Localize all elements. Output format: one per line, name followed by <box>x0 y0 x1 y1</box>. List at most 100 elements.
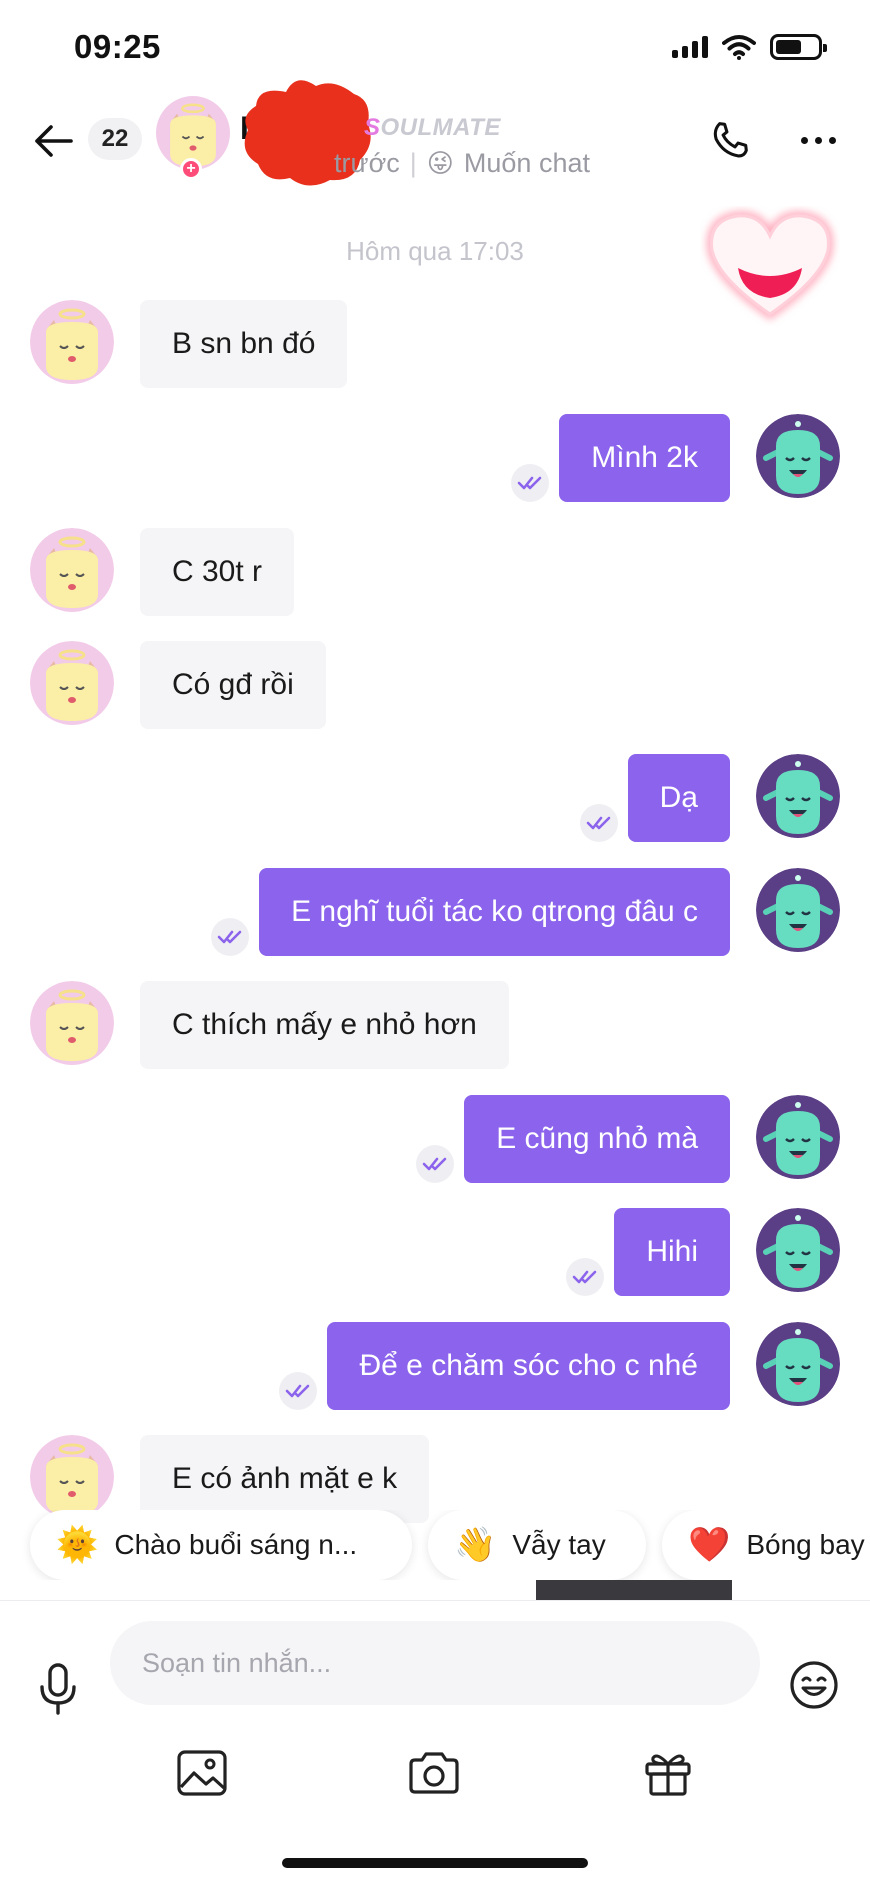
message-bubble[interactable]: Có gđ rồi <box>140 641 326 729</box>
alien-avatar-icon <box>756 754 840 838</box>
alien-avatar-icon <box>756 414 840 498</box>
camera-icon <box>409 1752 459 1794</box>
chat-header: 22 + L SOULMATE trước | 😜 Muốn chat <box>0 80 870 216</box>
quick-reply-balloon[interactable]: ❤️ Bóng bay <box>662 1510 870 1580</box>
read-receipt <box>416 1145 454 1183</box>
read-receipt-icon <box>285 1384 310 1398</box>
outgoing-message-row: Hihi <box>0 1208 870 1298</box>
quick-replies: 🌞 Chào buổi sáng n... 👋 Vẫy tay ❤️ Bóng … <box>0 1510 870 1580</box>
my-avatar[interactable] <box>756 1095 840 1179</box>
angel-avatar-icon <box>30 528 114 612</box>
message-bubble[interactable]: C thích mấy e nhỏ hơn <box>140 981 509 1069</box>
angel-avatar-icon <box>30 641 114 725</box>
incoming-message-row: B sn bn đó <box>0 300 870 390</box>
more-options-button[interactable] <box>790 112 846 168</box>
status-bar: 09:25 <box>0 0 870 96</box>
quick-reply-label: Chào buổi sáng n... <box>114 1529 358 1560</box>
last-active-text: trước <box>334 148 400 178</box>
alien-avatar-icon <box>756 1322 840 1406</box>
message-bubble[interactable]: E cũng nhỏ mà <box>464 1095 730 1183</box>
outgoing-message-row: Dạ <box>0 754 870 844</box>
message-bubble[interactable]: Hihi <box>614 1208 730 1296</box>
soulmate-tag: SOULMATE <box>364 114 501 141</box>
mood-text: Muốn chat <box>463 148 590 178</box>
read-receipt-icon <box>422 1157 447 1171</box>
photo-message-peek[interactable] <box>536 1580 732 1602</box>
gift-button[interactable] <box>638 1743 698 1803</box>
call-button[interactable] <box>702 112 758 168</box>
my-avatar[interactable] <box>756 868 840 952</box>
contact-avatar[interactable] <box>30 1435 114 1519</box>
message-bubble[interactable]: Dạ <box>627 754 730 842</box>
voice-message-button[interactable] <box>34 1659 82 1719</box>
read-receipt-icon <box>586 816 611 830</box>
camera-button[interactable] <box>404 1743 464 1803</box>
message-bubble[interactable]: B sn bn đó <box>140 300 348 388</box>
wifi-icon <box>722 35 756 60</box>
plus-icon: + <box>186 160 196 177</box>
angel-avatar-icon <box>30 300 114 384</box>
outgoing-message-row: E cũng nhỏ mà <box>0 1095 870 1185</box>
read-receipt-icon <box>572 1270 597 1284</box>
wave-emoji-icon: 👋 <box>454 1526 497 1564</box>
contact-avatar[interactable] <box>30 641 114 725</box>
composer <box>0 1600 870 1884</box>
incoming-message-row: C 30t r <box>0 528 870 618</box>
incoming-message-row: Có gđ rồi <box>0 641 870 731</box>
outgoing-message-row: Mình 2k <box>0 414 870 504</box>
incoming-message-row: C thích mấy e nhỏ hơn <box>0 981 870 1071</box>
my-avatar[interactable] <box>756 1322 840 1406</box>
arrow-left-icon <box>35 125 73 157</box>
add-friend-button[interactable]: + <box>180 158 202 180</box>
mood-emoji-icon: 😜 <box>426 148 454 178</box>
battery-icon <box>770 34 827 60</box>
emoji-button[interactable] <box>786 1657 842 1713</box>
smile-icon <box>790 1661 838 1709</box>
status-separator: | <box>409 148 417 178</box>
contact-avatar[interactable] <box>30 981 114 1065</box>
read-receipt <box>211 918 249 956</box>
status-time: 09:25 <box>74 28 161 65</box>
read-receipt <box>511 464 549 502</box>
read-receipt <box>580 804 618 842</box>
outgoing-message-row: Để e chăm sóc cho c nhé <box>0 1322 870 1412</box>
read-receipt-icon <box>517 476 542 490</box>
time-divider: Hôm qua 17:03 <box>346 236 524 266</box>
message-input[interactable] <box>110 1621 760 1705</box>
alien-avatar-icon <box>756 1095 840 1179</box>
message-bubble[interactable]: Mình 2k <box>559 414 730 502</box>
gift-icon <box>645 1754 691 1796</box>
contact-avatar[interactable] <box>30 300 114 384</box>
home-indicator[interactable] <box>282 1858 588 1868</box>
gallery-button[interactable] <box>172 1743 232 1803</box>
angel-avatar-icon <box>30 1435 114 1519</box>
image-icon <box>177 1750 227 1796</box>
back-button[interactable] <box>28 116 78 166</box>
read-receipt-icon <box>217 930 242 944</box>
my-avatar[interactable] <box>756 414 840 498</box>
unread-count-badge[interactable]: 22 <box>88 118 142 160</box>
contact-status: trước | 😜 Muốn chat <box>334 148 590 179</box>
quick-reply-label: Bóng bay <box>746 1529 865 1560</box>
message-bubble[interactable]: Để e chăm sóc cho c nhé <box>327 1322 730 1410</box>
alien-avatar-icon <box>756 868 840 952</box>
read-receipt <box>279 1372 317 1410</box>
angel-avatar-icon <box>30 981 114 1065</box>
my-avatar[interactable] <box>756 1208 840 1292</box>
phone-icon <box>713 122 748 158</box>
alien-avatar-icon <box>756 1208 840 1292</box>
heart-emoji-icon: ❤️ <box>688 1526 731 1564</box>
read-receipt <box>566 1258 604 1296</box>
status-icons <box>672 34 827 60</box>
quick-reply-label: Vẫy tay <box>512 1529 606 1560</box>
cellular-signal-icon <box>672 36 708 58</box>
microphone-icon <box>40 1663 76 1715</box>
message-bubble[interactable]: C 30t r <box>140 528 295 616</box>
quick-reply-good-morning[interactable]: 🌞 Chào buổi sáng n... <box>30 1510 412 1580</box>
my-avatar[interactable] <box>756 754 840 838</box>
more-horizontal-icon <box>800 136 808 144</box>
quick-reply-wave[interactable]: 👋 Vẫy tay <box>428 1510 646 1580</box>
outgoing-message-row: E nghĩ tuổi tác ko qtrong đâu c <box>0 868 870 958</box>
message-bubble[interactable]: E nghĩ tuổi tác ko qtrong đâu c <box>259 868 730 956</box>
contact-avatar[interactable] <box>30 528 114 612</box>
